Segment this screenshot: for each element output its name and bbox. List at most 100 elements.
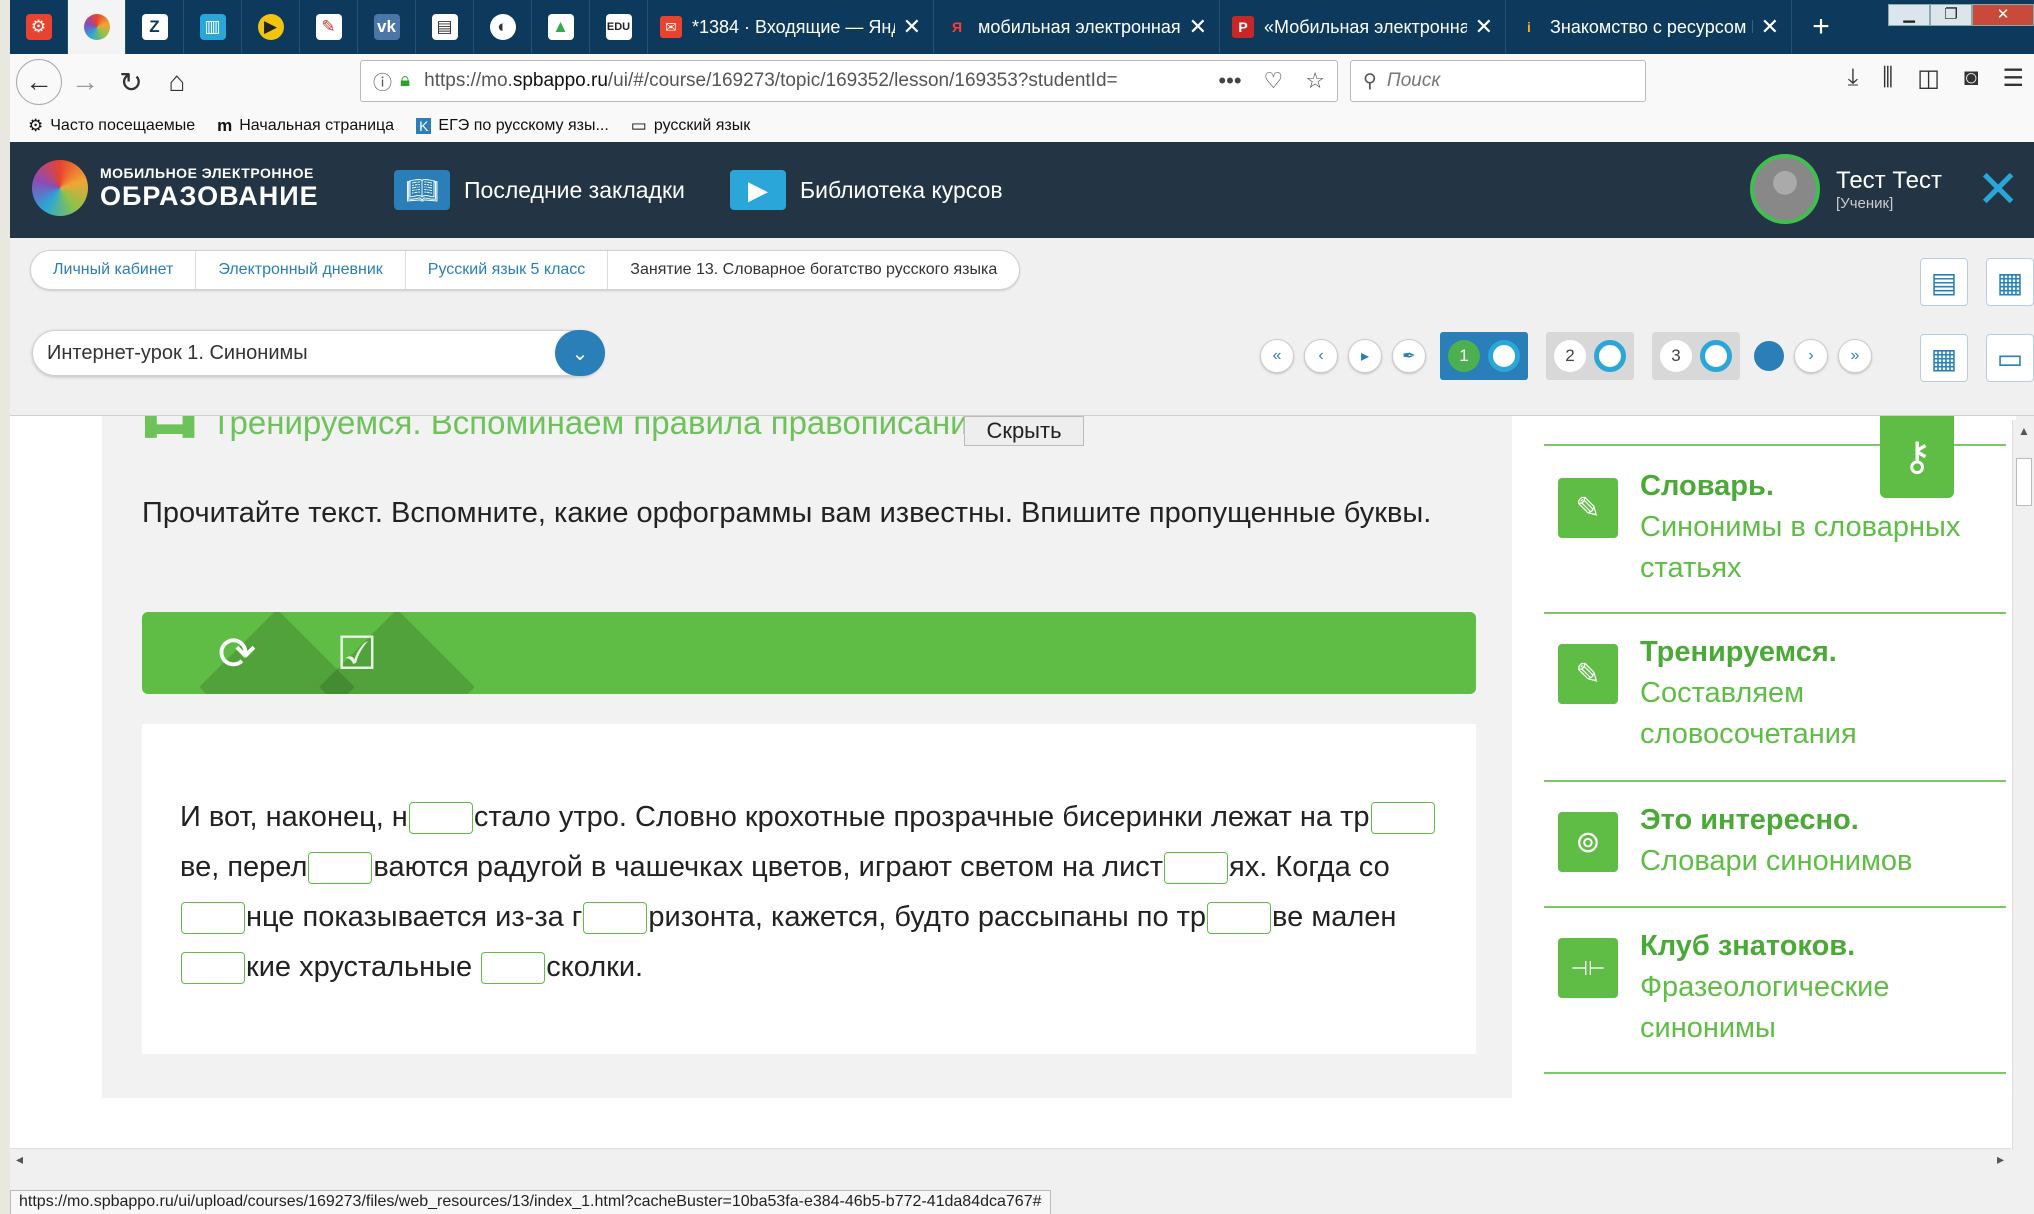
gap-input-6[interactable] [583, 902, 648, 935]
library-icon[interactable]: ⫼ [1882, 64, 1893, 93]
pen-icon[interactable]: ✒ [1392, 339, 1426, 373]
search-box[interactable]: ⚲ Поиск [1350, 60, 1646, 102]
reload-button[interactable]: ↻ [108, 59, 154, 105]
pinned-tab-1[interactable]: ⚙ [10, 0, 68, 54]
pinned-tab-5[interactable]: ▶ [242, 0, 300, 54]
tab-mobile-education[interactable]: P «Мобильная электронная ✕ [1220, 0, 1506, 54]
step-1[interactable]: 1 [1440, 332, 1528, 380]
image-icon: ✎ [315, 14, 342, 40]
star-icon[interactable]: ☆ [1305, 68, 1325, 94]
reset-button[interactable]: ⟳ [172, 612, 355, 694]
breadcrumb-cabinet[interactable]: Личный кабинет [31, 251, 197, 289]
pinned-tab-10[interactable]: ▲ [532, 0, 590, 54]
sidebar-item-dictionary[interactable]: ✎ Словарь. Синонимы в словарных статьях [1558, 466, 1998, 589]
first-page-icon[interactable]: « [1260, 339, 1294, 373]
gap-input-3[interactable] [308, 852, 373, 885]
check-button[interactable]: ☑ [292, 612, 475, 694]
tab-yandex-mail[interactable]: ✉ *1384 · Входящие — Яндекс ✕ [648, 0, 934, 54]
restore-icon[interactable]: ❐ [1930, 4, 1972, 26]
new-tab-button[interactable]: + [1792, 0, 1850, 54]
text-fragment: нце показывается из-за г [246, 901, 583, 933]
pinned-tab-8[interactable]: ▤ [416, 0, 474, 54]
scroll-thumb[interactable] [2016, 458, 2032, 506]
logo-line2: ОБРАЗОВАНИЕ [100, 180, 319, 211]
user-profile[interactable]: Тест Тест [Ученик] [1750, 154, 1942, 224]
window-close-icon[interactable]: ✕ [1972, 4, 2034, 26]
divider [1544, 780, 2006, 782]
pinned-tab-7[interactable]: vk [358, 0, 416, 54]
pocket-icon[interactable]: ♡ [1264, 68, 1284, 94]
lock-icon[interactable]: 🔒︎ [400, 70, 410, 92]
info-icon[interactable]: ⓘ [373, 68, 392, 95]
gap-input-1[interactable] [408, 802, 473, 835]
lesson-select-value: Интернет-урок 1. Синонимы [47, 341, 308, 364]
pinned-tab-3[interactable]: Z [126, 0, 184, 54]
text-fragment: ях. Когда со [1229, 851, 1390, 883]
bookmark-ege[interactable]: K ЕГЭ по русскому язы... [416, 117, 609, 135]
table-icon[interactable]: ▦ [1920, 334, 1968, 382]
gap-input-2[interactable] [1370, 802, 1435, 835]
bookmark-start-page[interactable]: m Начальная страница [217, 116, 394, 136]
bookmark-most-visited[interactable]: ⚙ Часто посещаемые [28, 116, 195, 136]
gap-input-5[interactable] [181, 902, 245, 935]
scroll-up-icon[interactable]: ▲ [2018, 424, 2030, 438]
gap-input-9[interactable] [481, 952, 546, 985]
vertical-scrollbar[interactable]: ▲ [2012, 420, 2034, 1150]
close-icon[interactable]: ✕ [1976, 160, 2020, 220]
breadcrumb-course[interactable]: Русский язык 5 класс [406, 251, 609, 289]
calendar-grid-icon[interactable]: ▦ [1986, 258, 2034, 306]
notebook-icon[interactable]: ▤ [1920, 258, 1968, 306]
sidebar-item-experts-club[interactable]: ⊣⊢ Клуб знатоков. Фразеологические синони… [1558, 926, 1998, 1049]
tab-yandex-search[interactable]: Я мобильная электронная ✕ [934, 0, 1220, 54]
pinned-tab-11[interactable]: EDU [590, 0, 648, 54]
back-button[interactable]: ← [16, 59, 62, 105]
course-library-link[interactable]: ▶ Библиотека курсов [730, 170, 1003, 210]
step-3[interactable]: 3 [1652, 332, 1740, 380]
tab-close-icon[interactable]: ✕ [903, 14, 921, 40]
more-actions-icon[interactable]: ••• [1218, 68, 1241, 94]
extension-icon[interactable]: ◙ [1964, 64, 1979, 93]
pinned-tab-active[interactable] [68, 0, 126, 54]
dot-icon[interactable] [1754, 341, 1784, 371]
tab-close-icon[interactable]: ✕ [1475, 14, 1493, 40]
menu-icon[interactable]: ☰ [2002, 64, 2024, 93]
text-fragment: ве, перел [180, 851, 308, 883]
forward-button[interactable]: → [62, 59, 108, 105]
breadcrumb-diary[interactable]: Электронный дневник [196, 251, 406, 289]
recent-bookmarks-link[interactable]: 📖︎ Последние закладки [394, 170, 685, 210]
prev-page-icon[interactable]: ‹ [1304, 339, 1338, 373]
tab-close-icon[interactable]: ✕ [1189, 14, 1207, 40]
hide-button[interactable]: Скрыть [964, 416, 1084, 446]
tab-resource-intro[interactable]: i Знакомство с ресурсом М ✕ [1506, 0, 1792, 54]
pencil-icon: ✎ [1558, 478, 1618, 538]
download-icon[interactable]: ⤓ [1848, 64, 1859, 93]
sidebar-icon[interactable]: ◫ [1917, 64, 1940, 93]
gap-input-7[interactable] [1207, 902, 1272, 935]
address-url[interactable]: https://mo.spbappo.ru/ui/#/course/169273… [424, 70, 1218, 92]
next-section-icon[interactable]: › [1794, 339, 1828, 373]
tab-close-icon[interactable]: ✕ [1761, 14, 1779, 40]
next-page-icon[interactable]: ▸ [1348, 339, 1382, 373]
scroll-left-icon[interactable]: ◂ [16, 1151, 23, 1168]
sidebar-item-training[interactable]: ✎ Тренируемся. Составляем словосочетания [1558, 632, 1998, 755]
last-page-icon[interactable]: » [1838, 339, 1872, 373]
minimize-icon[interactable]: ▁ [1888, 4, 1930, 26]
pinned-tab-9[interactable]: ◐ [474, 0, 532, 54]
google-drive-icon: ▲ [547, 14, 574, 40]
address-bar[interactable]: ⓘ 🔒︎ https://mo.spbappo.ru/ui/#/course/1… [360, 60, 1338, 102]
home-button[interactable]: ⌂ [154, 59, 200, 105]
bookmark-folder-russian[interactable]: ▭ русский язык [631, 116, 750, 136]
chat-icon[interactable]: ▭ [1986, 334, 2034, 382]
horizontal-scrollbar[interactable]: ◂ ▸ [10, 1148, 2010, 1170]
lesson-select[interactable]: Интернет-урок 1. Синонимы ⌄ [32, 330, 605, 376]
site-logo[interactable]: МОБИЛЬНОЕ ЭЛЕКТРОННОЕ ОБРАЗОВАНИЕ [32, 160, 319, 216]
pinned-tab-6[interactable]: ✎ [300, 0, 358, 54]
chevron-down-icon[interactable]: ⌄ [555, 330, 605, 376]
gap-input-4[interactable] [1164, 852, 1229, 885]
k-icon: K [416, 118, 432, 134]
pinned-tab-4[interactable]: ▥ [184, 0, 242, 54]
scroll-right-icon[interactable]: ▸ [1997, 1151, 2004, 1168]
gap-input-8[interactable] [181, 952, 245, 985]
step-2[interactable]: 2 [1546, 332, 1634, 380]
sidebar-item-interesting[interactable]: ⊚ Это интересно. Словари синонимов [1558, 800, 1998, 882]
